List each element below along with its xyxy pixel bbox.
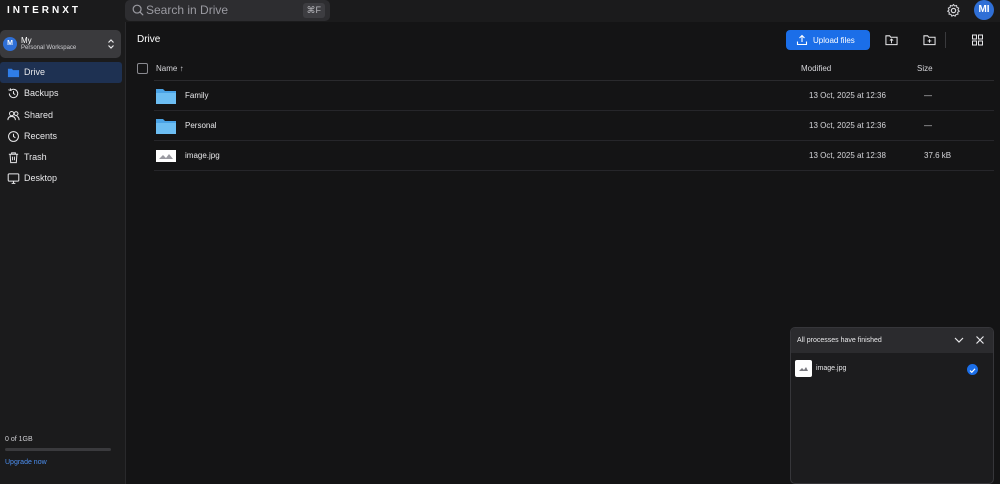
upload-files-label: Upload files: [813, 36, 855, 45]
process-file-name: image.jpg: [816, 365, 847, 372]
file-size: —: [924, 91, 932, 100]
search-placeholder: Search in Drive: [146, 3, 229, 17]
file-size: —: [924, 121, 932, 130]
close-icon[interactable]: [975, 335, 985, 345]
file-modified: 13 Oct, 2025 at 12:36: [809, 121, 886, 130]
image-thumbnail-icon: [795, 360, 812, 377]
folder-icon: [156, 89, 176, 104]
page-title: Drive: [137, 34, 161, 45]
column-size-header[interactable]: Size: [917, 64, 933, 73]
sidebar-item-label: Recents: [24, 130, 58, 141]
table-row[interactable]: image.jpg 13 Oct, 2025 at 12:38 37.6 kB: [154, 141, 994, 171]
folder-icon: [7, 68, 20, 78]
check-icon: [967, 364, 978, 375]
file-modified: 13 Oct, 2025 at 12:36: [809, 91, 886, 100]
processes-panel: All processes have finished image.jpg: [790, 327, 994, 484]
table-row[interactable]: Family 13 Oct, 2025 at 12:36 —: [154, 81, 994, 111]
workspace-switcher[interactable]: M My Personal Workspace: [0, 30, 121, 58]
toolbar-divider: [945, 32, 946, 48]
table-row[interactable]: Personal 13 Oct, 2025 at 12:36 —: [154, 111, 994, 141]
upload-files-button[interactable]: Upload files: [786, 30, 870, 50]
sidebar-item-shared[interactable]: Shared: [0, 105, 122, 126]
search-input[interactable]: Search in Drive ⌘F: [125, 0, 330, 21]
users-icon: [7, 110, 20, 120]
file-size: 37.6 kB: [924, 151, 952, 160]
table-header: Name ↑ Modified Size: [126, 58, 1000, 80]
sidebar-item-label: Desktop: [24, 173, 58, 184]
chevron-down-icon[interactable]: [954, 336, 964, 344]
sidebar-item-desktop[interactable]: Desktop: [0, 168, 122, 189]
search-shortcut: ⌘F: [302, 3, 325, 18]
sidebar-item-recents[interactable]: Recents: [0, 126, 122, 147]
grid-view-icon[interactable]: [971, 34, 984, 46]
process-item: image.jpg: [791, 356, 993, 382]
monitor-icon: [7, 173, 20, 185]
app-logo: INTERNXT: [7, 5, 81, 16]
sidebar-item-label: Shared: [24, 109, 54, 120]
upgrade-link[interactable]: Upgrade now: [5, 459, 47, 466]
chevron-updown-icon: [108, 39, 114, 49]
processes-panel-header: All processes have finished: [791, 328, 993, 353]
image-thumbnail-icon: [156, 150, 176, 162]
workspace-subtitle: Personal Workspace: [21, 45, 77, 51]
sidebar: M My Personal Workspace Drive Backups Sh…: [0, 22, 126, 484]
workspace-avatar: M: [3, 37, 17, 51]
file-name: Family: [185, 91, 209, 100]
search-icon: [132, 4, 144, 16]
select-all-checkbox[interactable]: [137, 63, 148, 74]
processes-title: All processes have finished: [797, 337, 882, 344]
sidebar-nav: Drive Backups Shared Recents Trash Deskt…: [0, 62, 122, 190]
file-name: image.jpg: [185, 151, 220, 160]
sort-arrow-icon: ↑: [179, 64, 184, 73]
storage-bar: [5, 448, 111, 451]
column-name-label: Name: [156, 64, 178, 73]
sidebar-item-label: Backups: [24, 88, 59, 99]
sidebar-item-trash[interactable]: Trash: [0, 147, 122, 168]
history-icon: [8, 88, 19, 99]
file-name: Personal: [185, 121, 217, 130]
storage-usage: 0 of 1GB: [5, 436, 33, 443]
top-bar: INTERNXT Search in Drive ⌘F MI: [0, 0, 1000, 22]
sidebar-item-label: Drive: [24, 67, 46, 77]
clock-icon: [8, 130, 19, 142]
trash-icon: [8, 152, 19, 164]
upload-icon: [796, 34, 808, 46]
new-folder-icon[interactable]: [923, 34, 936, 46]
sidebar-item-backups[interactable]: Backups: [0, 83, 122, 104]
user-avatar[interactable]: MI: [974, 0, 994, 20]
gear-icon[interactable]: [946, 3, 961, 18]
file-modified: 13 Oct, 2025 at 12:38: [809, 151, 886, 160]
column-modified-header[interactable]: Modified: [801, 64, 831, 73]
workspace-name: My: [21, 36, 32, 45]
sidebar-item-drive[interactable]: Drive: [0, 62, 122, 83]
sidebar-item-label: Trash: [24, 152, 47, 163]
upload-folder-icon[interactable]: [885, 34, 898, 46]
folder-icon: [156, 119, 176, 134]
column-name-header[interactable]: Name ↑: [156, 64, 184, 73]
